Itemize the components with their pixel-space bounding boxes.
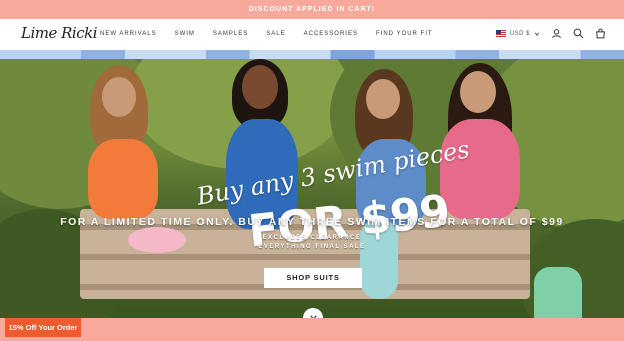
hero-banner: Buy any 3 swim pieces FOR $99 FOR A LIMI…: [0, 59, 624, 318]
nav-new-arrivals[interactable]: NEW ARRIVALS: [100, 31, 157, 37]
promo-button[interactable]: 15% Off Your Order: [5, 318, 81, 337]
main-nav: NEW ARRIVALS SWIM SAMPLES SALE ACCESSORI…: [100, 31, 451, 37]
nav-sale[interactable]: SALE: [266, 31, 285, 37]
currency-label: USD $: [509, 30, 530, 37]
currency-selector[interactable]: USD $: [495, 30, 540, 37]
chevron-down-icon: [534, 32, 540, 36]
shop-suits-button[interactable]: SHOP SUITS: [264, 268, 362, 288]
site-header: Lime Ricki NEW ARRIVALS SWIM SAMPLES SAL…: [0, 19, 624, 50]
hero-note-final-sale: EVERYTHING FINAL SALE: [258, 244, 366, 250]
nav-swim[interactable]: SWIM: [175, 31, 195, 37]
us-flag-icon: [495, 30, 506, 37]
hero-note-clearance: EXCLUDES CLEARANCE: [262, 235, 362, 241]
header-actions: USD $: [495, 28, 606, 39]
brand-logo[interactable]: Lime Ricki: [21, 24, 98, 42]
hero-subtitle: FOR A LIMITED TIME ONLY. BUY ANY THREE S…: [60, 216, 564, 228]
search-icon[interactable]: [573, 28, 584, 39]
bottom-band: [0, 318, 624, 341]
account-icon[interactable]: [551, 28, 562, 39]
cart-icon[interactable]: [595, 28, 606, 39]
announcement-bar: DISCOUNT APPLIED IN CART!: [0, 0, 624, 19]
nav-samples[interactable]: SAMPLES: [213, 31, 248, 37]
decorative-stripe: [0, 50, 624, 59]
announcement-text: DISCOUNT APPLIED IN CART!: [248, 6, 376, 13]
nav-accessories[interactable]: ACCESSORIES: [304, 31, 358, 37]
nav-find-your-fit[interactable]: FIND YOUR FIT: [376, 31, 433, 37]
